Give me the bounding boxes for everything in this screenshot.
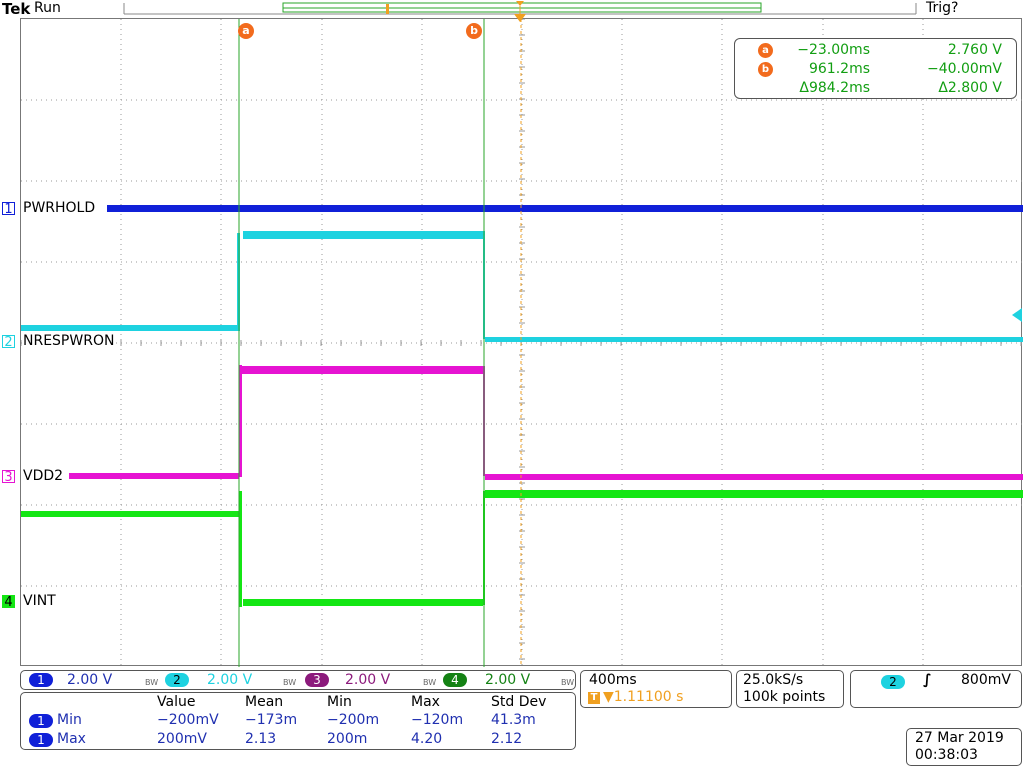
ch4-trace-left [21,511,239,517]
meas-header-value: Value [157,694,196,710]
date: 27 Mar 2019 [915,730,1004,746]
ch3-trace-low-left [69,473,239,479]
ch4-scale[interactable]: 2.00 V [485,672,530,688]
meas-row2-max: 4.20 [411,731,443,747]
meas-header-mean: Mean [245,694,284,710]
ch2-scale[interactable]: 2.00 V [207,672,252,688]
ch3-trace-low-right [485,474,1023,480]
trigger-position[interactable]: ▼1.11100 s [603,689,683,705]
ch1-trace [107,205,1023,212]
ch3-trace-high [241,366,483,374]
ch4-trace-right [485,490,1023,498]
channel-1-marker[interactable]: 1 [2,202,15,216]
meas-row1-value: −200mV [157,712,219,728]
status-bar: Tek Run Trig? [0,0,1024,18]
channel-1-label: PWRHOLD [22,200,97,216]
record-length: 100k points [743,689,826,705]
meas-row1-min: −200m [327,712,380,728]
meas-row2-mean: 2.13 [245,731,277,747]
cursor-a-time: −23.00ms [797,42,870,58]
meas-header-min: Min [327,694,352,710]
run-state: Run [34,0,61,16]
meas-row2-stddev: 2.12 [491,731,523,747]
cursor-a-badge[interactable]: a [238,23,254,39]
datetime-box: 27 Mar 2019 00:38:03 [906,728,1022,766]
trigger-source-pill[interactable]: 2 [881,675,905,689]
time: 00:38:03 [915,747,978,763]
channel-3-label: VDD2 [22,468,65,484]
acquisition-box[interactable]: 25.0kS/s 100k points [736,670,844,708]
ch1-scale[interactable]: 2.00 V [67,672,112,688]
brand-logo: Tek [2,0,31,18]
cursor-delta-time: Δ984.2ms [799,80,870,96]
meas-header-max: Max [411,694,440,710]
ch1-scale-pill[interactable]: 1 [29,673,53,687]
meas-row1-max: −120m [411,712,464,728]
ch4-trace-low [243,599,483,606]
ch3-scale-pill[interactable]: 3 [305,673,329,687]
ch2-trace-high [243,231,483,239]
cursor-b-value: −40.00mV [926,61,1002,77]
waveform-display[interactable] [20,18,1023,667]
trigger-level[interactable]: 800mV [961,672,1011,688]
ch2-trace-low-left [21,325,237,331]
channel-scale-strip[interactable]: 1 2.00 V BW 2 2.00 V BW 3 2.00 V BW 4 2.… [20,670,576,690]
meas-row2-min: 200m [327,731,368,747]
ch4-bw-icon: BW [561,678,575,687]
measurements-panel[interactable]: Value Mean Min Max Std Dev 1 Min −200mV … [20,692,576,750]
ch3-scale[interactable]: 2.00 V [345,672,390,688]
ch4-scale-pill[interactable]: 4 [443,673,467,687]
cursor-readout: a −23.00ms 2.760 V b 961.2ms −40.00mV Δ9… [734,38,1017,99]
cursor-a-value: 2.760 V [947,42,1002,58]
channel-2-marker[interactable]: 2 [2,335,15,349]
cursor-b-badge[interactable]: b [466,23,482,39]
rising-edge-icon: ∫ [923,672,932,688]
meas-row2-channel: 1 [29,733,53,747]
meas-header-stddev: Std Dev [491,694,547,710]
cursor-b-time: 961.2ms [808,61,870,77]
trigger-t-icon: T [588,692,600,704]
ch2-scale-pill[interactable]: 2 [165,673,189,687]
meas-row1-name: Min [57,712,82,728]
channel-2-label: NRESPWRON [22,333,116,349]
sample-rate: 25.0kS/s [743,672,804,688]
cursor-delta-value: Δ2.800 V [938,80,1002,96]
ch3-bw-icon: BW [423,678,437,687]
ch2-trace-low-right [485,337,1023,342]
timebase-box[interactable]: 400ms T ▼1.11100 s [580,670,732,708]
cursor-a-readout-badge: a [758,43,773,58]
trigger-level-marker[interactable] [1010,308,1022,322]
ch1-bw-icon: BW [145,678,159,687]
ch2-bw-icon: BW [283,678,297,687]
trigger-position-marker[interactable] [514,14,526,24]
trigger-box[interactable]: 2 ∫ 800mV [850,670,1022,708]
meas-row1-stddev: 41.3m [491,712,536,728]
channel-3-marker[interactable]: 3 [2,470,15,484]
bottom-panel: 1 2.00 V BW 2 2.00 V BW 3 2.00 V BW 4 2.… [0,668,1024,768]
meas-row1-channel: 1 [29,714,53,728]
meas-row2-value: 200mV [157,731,207,747]
trigger-state: Trig? [926,0,959,16]
graticule [21,19,1023,667]
cursor-b-readout-badge: b [758,62,773,77]
meas-row2-name: Max [57,731,86,747]
horizontal-scale[interactable]: 400ms [589,672,637,688]
meas-row1-mean: −173m [245,712,298,728]
channel-4-marker[interactable]: 4 [2,595,15,609]
channel-4-label: VINT [22,593,57,609]
